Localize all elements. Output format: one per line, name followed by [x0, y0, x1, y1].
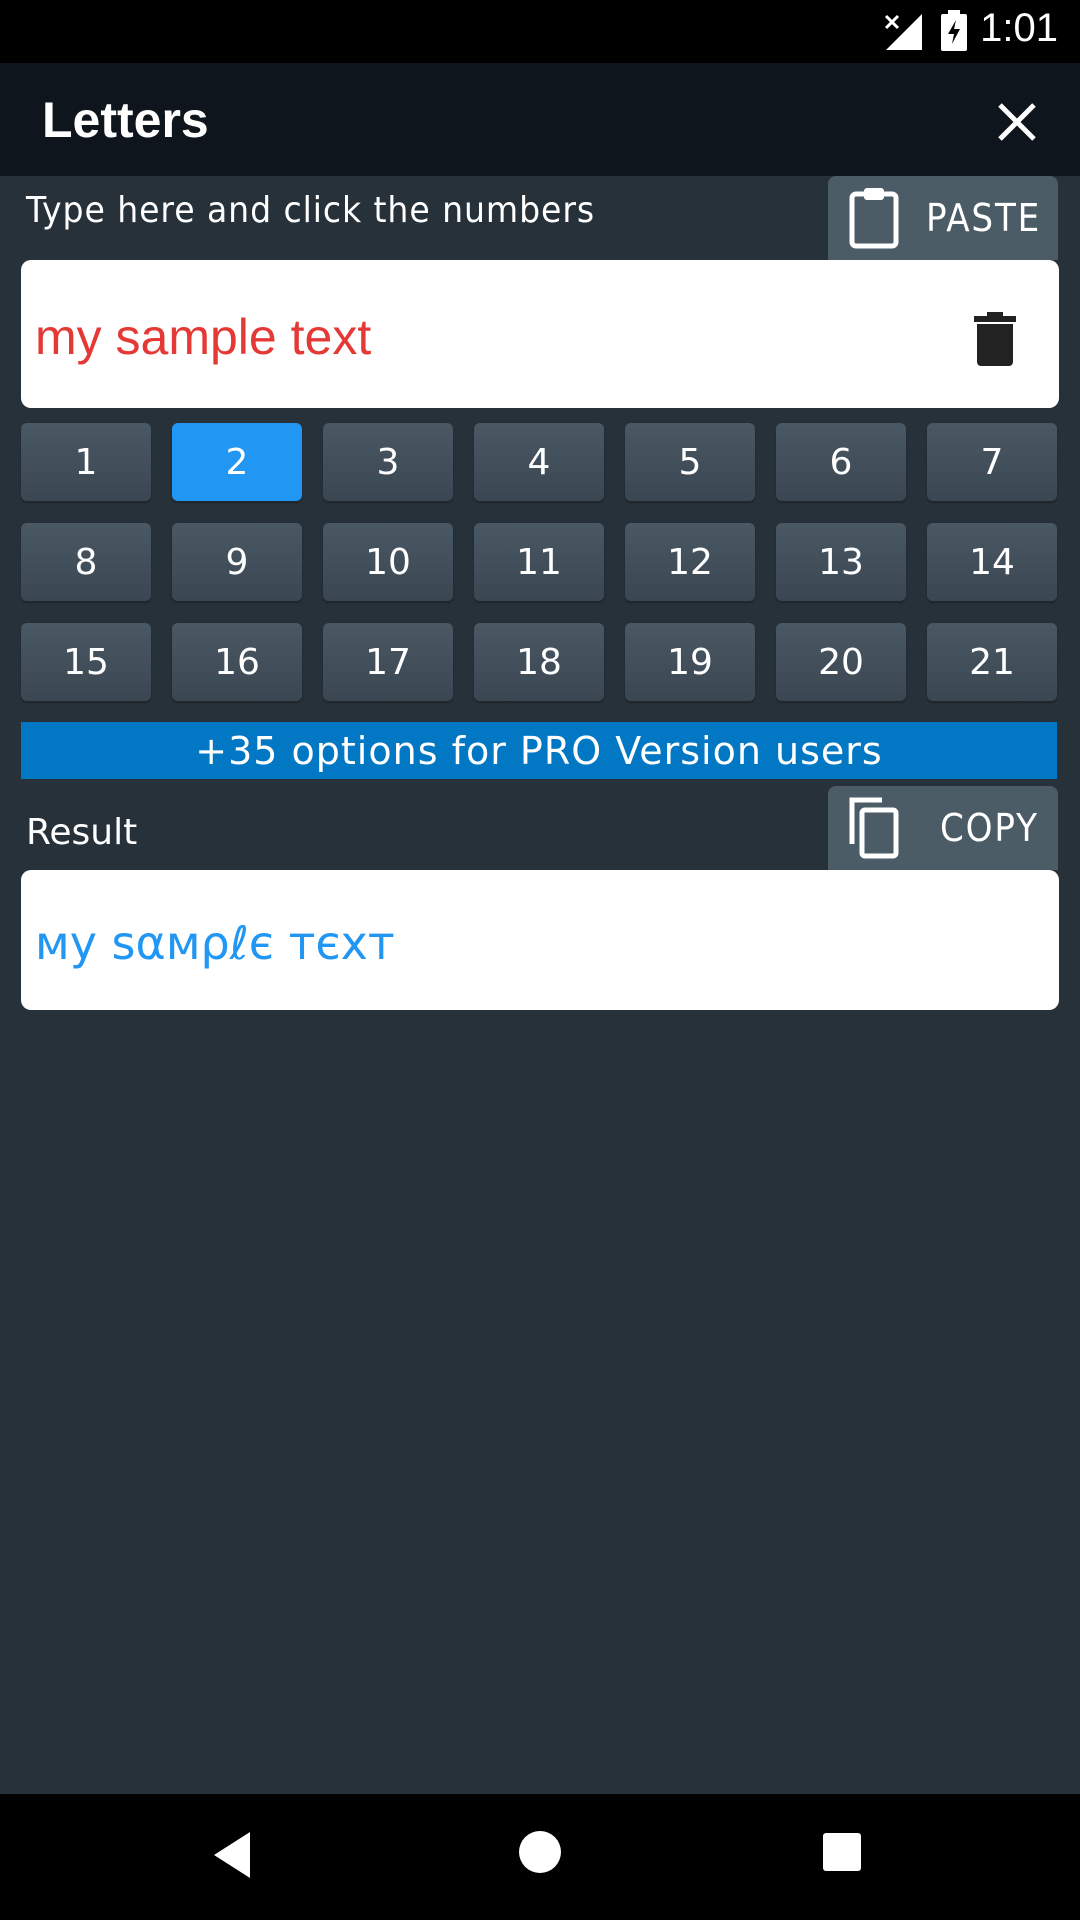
paste-button[interactable]: PASTE [828, 176, 1058, 260]
input-instructions-label: Type here and click the numbers [26, 190, 596, 231]
style-button-13[interactable]: 13 [776, 523, 906, 601]
style-button-15[interactable]: 15 [21, 623, 151, 701]
style-button-18[interactable]: 18 [474, 623, 604, 701]
back-icon[interactable] [210, 1830, 254, 1884]
battery-icon [940, 10, 968, 56]
paste-button-label: PASTE [926, 196, 1042, 240]
copy-icon [846, 796, 902, 864]
style-button-5[interactable]: 5 [625, 423, 755, 501]
home-icon[interactable] [518, 1830, 562, 1878]
status-time: 1:01 [980, 6, 1058, 50]
style-button-2[interactable]: 2 [172, 423, 302, 501]
result-output[interactable]: мy sαмρℓє тєxт [21, 870, 1059, 1010]
recents-icon[interactable] [822, 1832, 862, 1876]
text-input[interactable]: my sample text [21, 260, 1059, 408]
style-button-8[interactable]: 8 [21, 523, 151, 601]
clipboard-icon [846, 186, 902, 254]
style-button-17[interactable]: 17 [323, 623, 453, 701]
style-button-21[interactable]: 21 [927, 623, 1057, 701]
style-button-6[interactable]: 6 [776, 423, 906, 501]
copy-button[interactable]: COPY [828, 786, 1058, 870]
app-bar: Letters [0, 63, 1080, 176]
style-button-16[interactable]: 16 [172, 623, 302, 701]
pro-upgrade-banner[interactable]: +35 options for PRO Version users [21, 722, 1057, 779]
style-button-14[interactable]: 14 [927, 523, 1057, 601]
style-button-20[interactable]: 20 [776, 623, 906, 701]
close-icon[interactable] [992, 97, 1042, 147]
page-title: Letters [42, 92, 209, 148]
style-button-7[interactable]: 7 [927, 423, 1057, 501]
style-button-19[interactable]: 19 [625, 623, 755, 701]
status-bar: 1:01 [0, 0, 1080, 63]
trash-icon[interactable] [972, 312, 1018, 370]
style-button-1[interactable]: 1 [21, 423, 151, 501]
style-button-4[interactable]: 4 [474, 423, 604, 501]
result-label: Result [26, 812, 138, 853]
result-text-value[interactable]: мy sαмρℓє тєxт [35, 916, 395, 970]
style-button-9[interactable]: 9 [172, 523, 302, 601]
navigation-bar [0, 1794, 1080, 1920]
style-button-11[interactable]: 11 [474, 523, 604, 601]
style-button-3[interactable]: 3 [323, 423, 453, 501]
style-button-12[interactable]: 12 [625, 523, 755, 601]
copy-button-label: COPY [940, 806, 1039, 850]
input-text-value[interactable]: my sample text [35, 308, 371, 366]
signal-icon [882, 12, 924, 56]
style-button-10[interactable]: 10 [323, 523, 453, 601]
